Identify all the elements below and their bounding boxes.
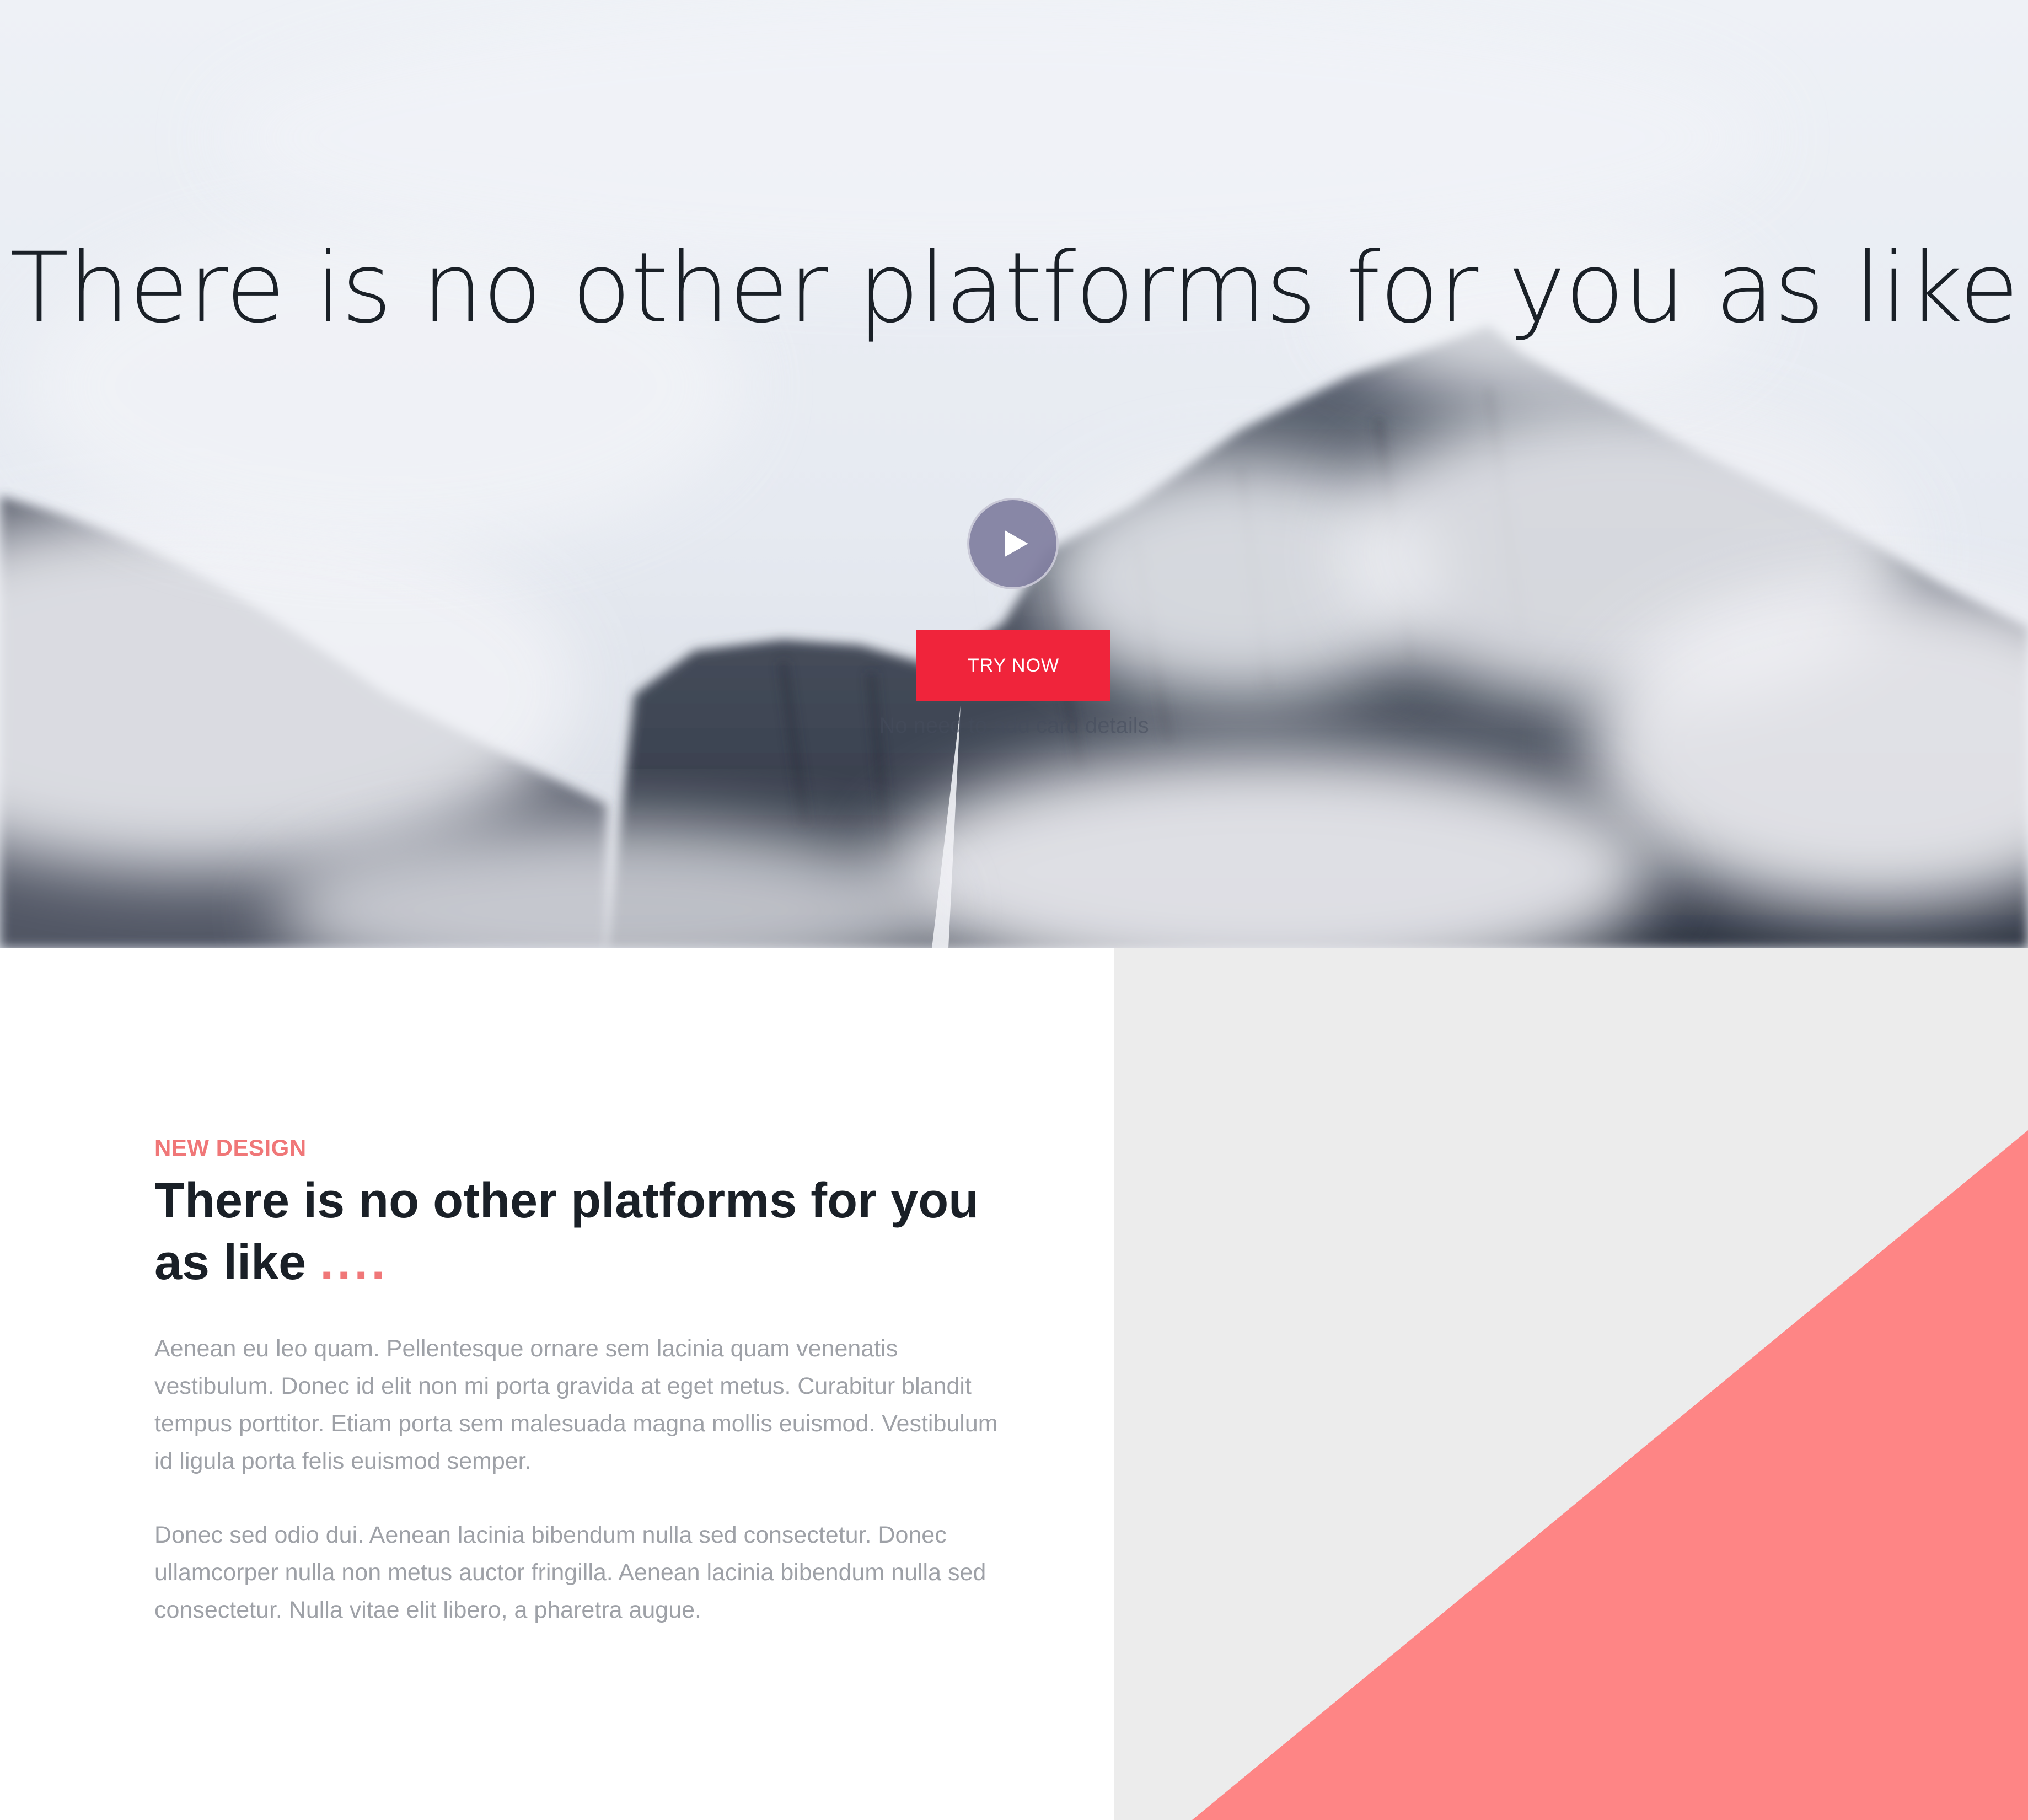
- feature-image-panel: [1114, 948, 2028, 1820]
- feature-paragraph: Donec sed odio dui. Aenean lacinia biben…: [154, 1522, 986, 1623]
- feature-paragraph: Aenean eu leo quam. Pellentesque ornare …: [154, 1335, 998, 1474]
- play-icon: [1005, 530, 1028, 557]
- try-now-button[interactable]: TRY NOW: [916, 630, 1110, 701]
- title-dots: ....: [320, 1235, 389, 1290]
- hero-title: There is no other platforms for you as l…: [9, 232, 2019, 345]
- feature-title: There is no other platforms for you as l…: [154, 1170, 1015, 1293]
- hero-section: There is no other platforms for you as l…: [0, 0, 2028, 948]
- hero-note: No need to add card details: [879, 713, 1149, 738]
- section-eyebrow: NEW DESIGN: [154, 1135, 307, 1161]
- diagonal-shape: [1192, 1130, 2028, 1820]
- feature-title-text: There is no other platforms for you as l…: [154, 1173, 979, 1290]
- hero-background-image: [0, 0, 2028, 948]
- play-video-button[interactable]: [967, 498, 1059, 589]
